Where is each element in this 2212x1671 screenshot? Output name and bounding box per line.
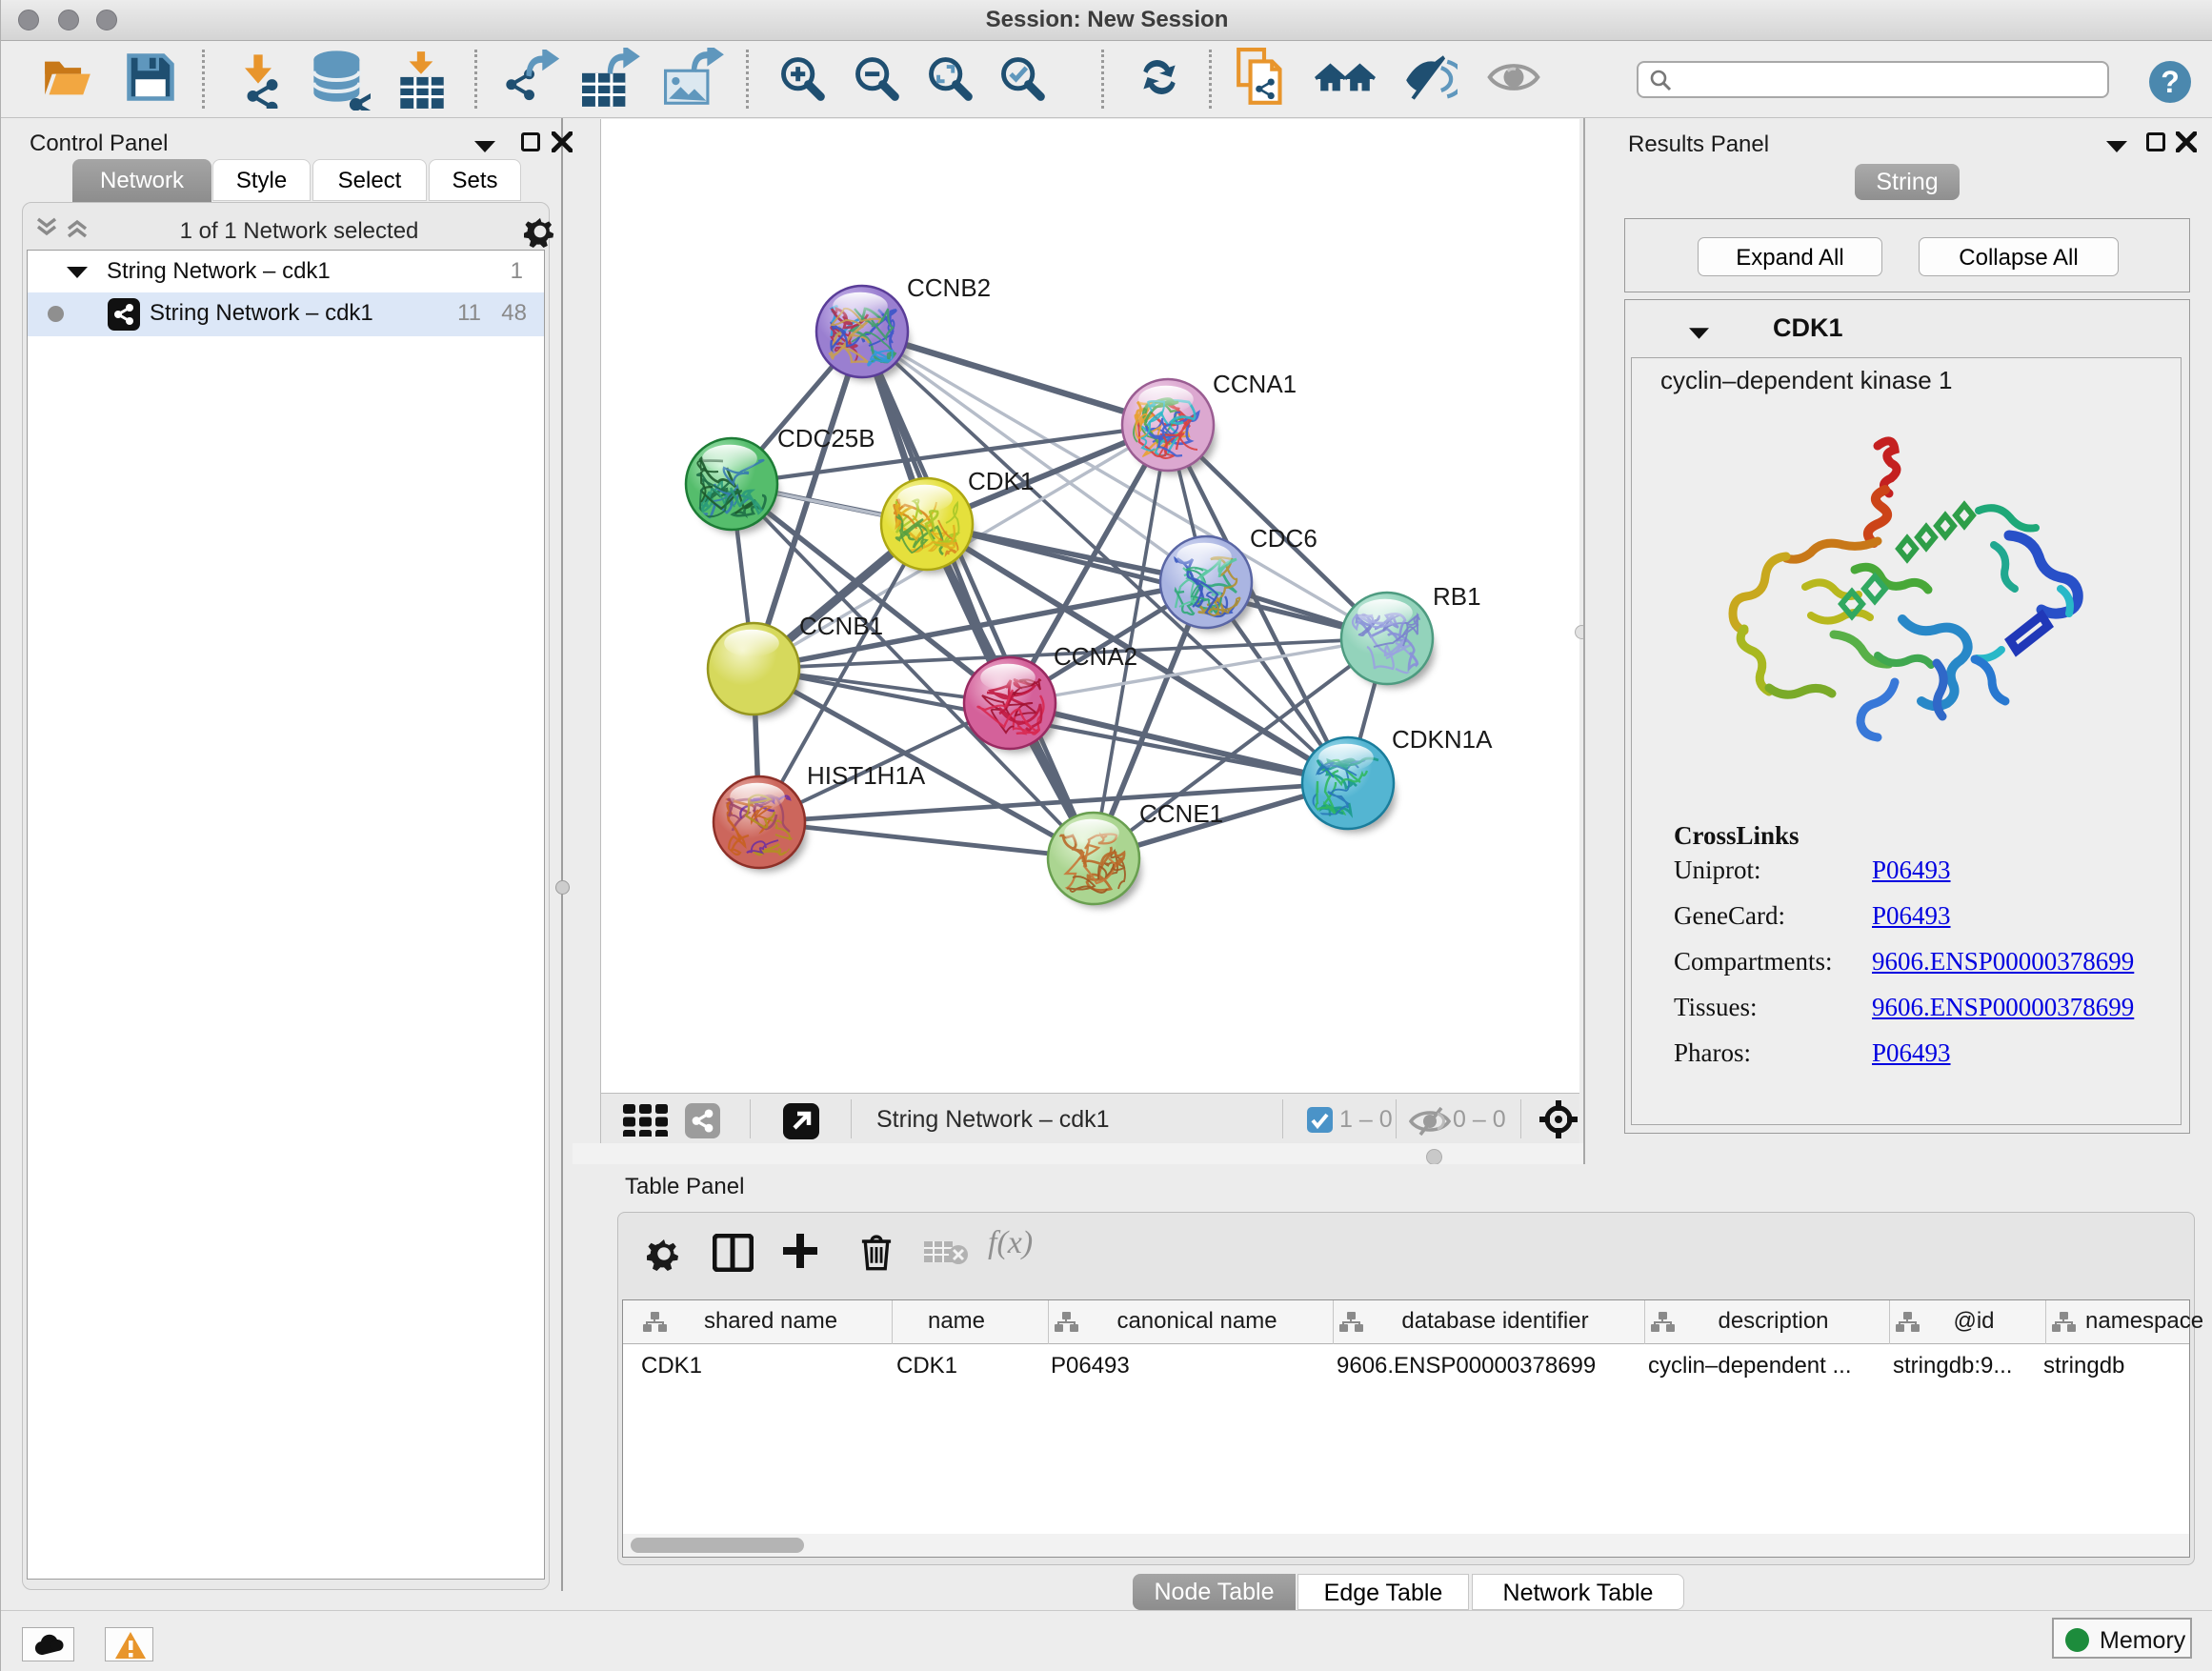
svg-text:CDKN1A: CDKN1A [1392, 725, 1493, 754]
svg-text:CCNE1: CCNE1 [1139, 799, 1223, 828]
svg-text:CCNB1: CCNB1 [799, 612, 883, 640]
svg-text:CCNA2: CCNA2 [1054, 642, 1137, 671]
svg-text:CDK1: CDK1 [968, 467, 1034, 495]
svg-text:HIST1H1A: HIST1H1A [807, 761, 926, 790]
svg-text:CDC25B: CDC25B [777, 424, 875, 453]
svg-text:CCNA1: CCNA1 [1213, 370, 1297, 398]
svg-text:CCNB2: CCNB2 [907, 273, 991, 302]
svg-text:CDC6: CDC6 [1250, 524, 1317, 553]
svg-text:?: ? [2161, 65, 2180, 99]
svg-text:RB1: RB1 [1433, 582, 1481, 611]
